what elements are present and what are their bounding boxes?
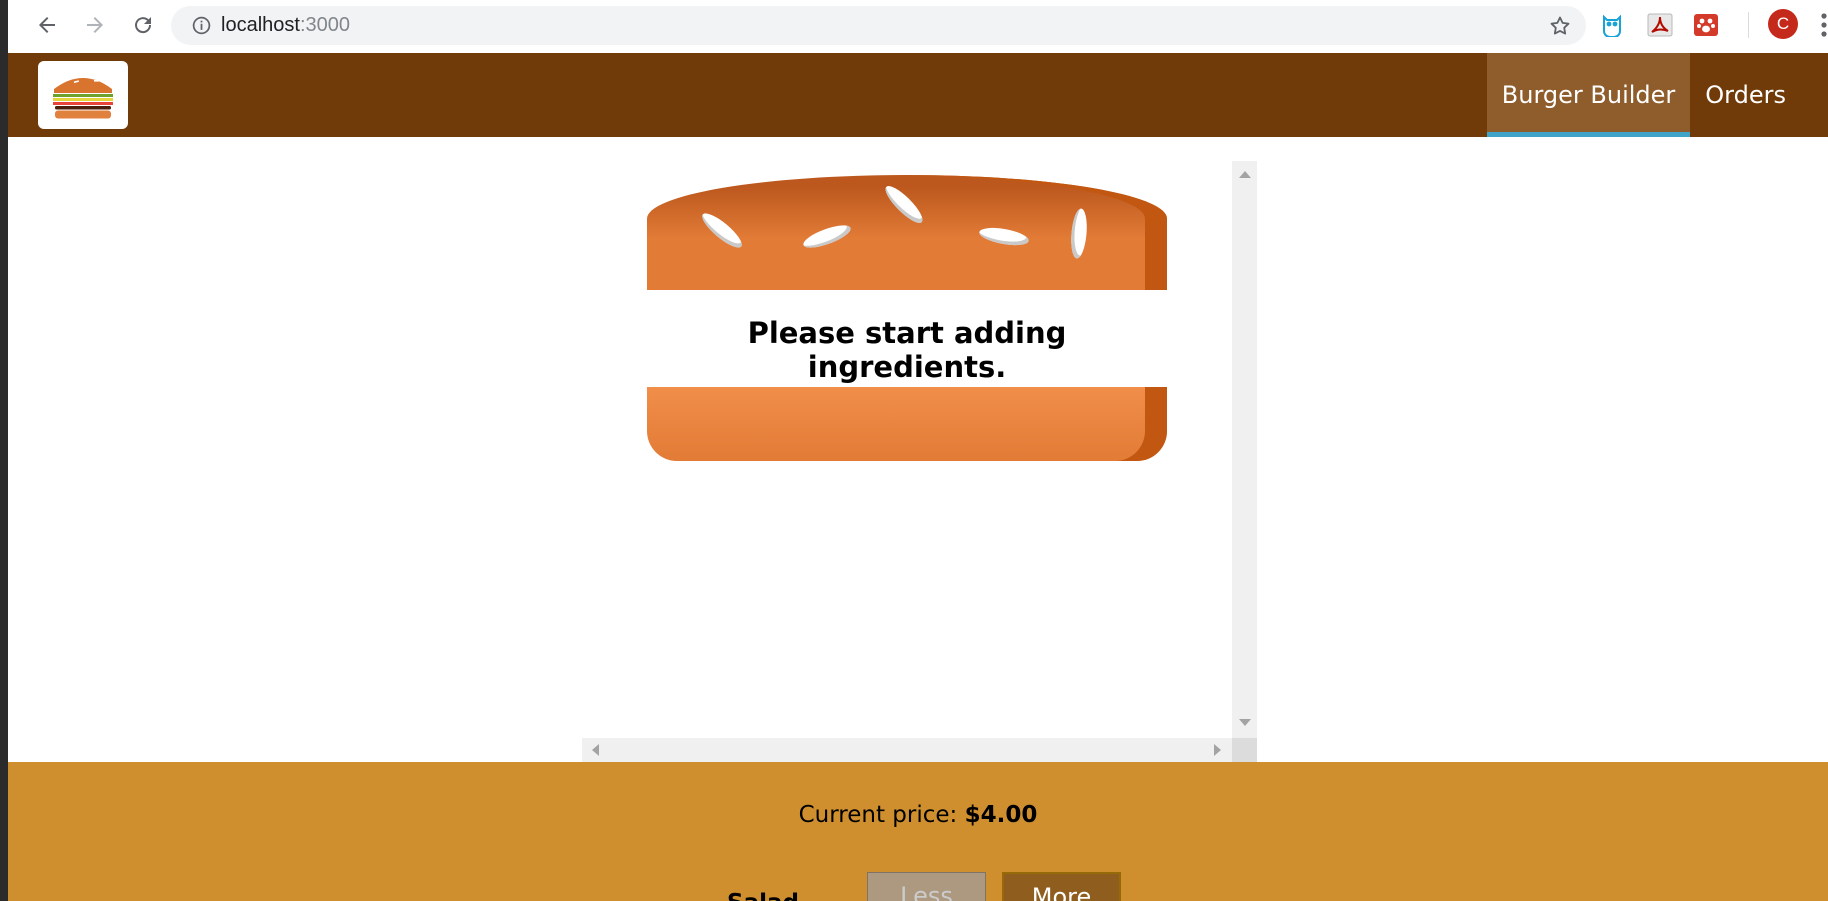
price-value: $4.00 [964, 802, 1038, 828]
scroll-left-arrow[interactable] [592, 744, 599, 756]
app-toolbar: Burger Builder Orders [8, 53, 1828, 137]
url-text[interactable]: localhost:3000 [221, 6, 350, 45]
bread-top [647, 175, 1167, 290]
scroll-right-arrow[interactable] [1214, 744, 1221, 756]
build-controls: Current price: $4.00 Salad Less More [8, 762, 1828, 901]
paw-extension-icon[interactable] [1692, 11, 1720, 39]
window-edge [0, 0, 8, 901]
burger-preview[interactable]: Please start adding ingredients. [582, 161, 1257, 762]
toolbar-divider [1748, 12, 1749, 38]
pdf-extension-icon[interactable] [1646, 11, 1674, 39]
vertical-scrollbar[interactable] [1232, 161, 1257, 738]
seed [978, 224, 1030, 249]
horizontal-scrollbar[interactable] [582, 738, 1232, 762]
build-control-salad: Salad Less More [8, 872, 1828, 901]
owl-extension-icon[interactable] [1598, 11, 1626, 39]
bookmark-star-icon[interactable] [1548, 14, 1572, 38]
burger-logo[interactable] [38, 61, 128, 129]
menu-kebab-icon[interactable] [1820, 12, 1828, 38]
nav-burger-builder[interactable]: Burger Builder [1486, 53, 1691, 137]
seed [698, 208, 746, 253]
current-price: Current price: $4.00 [798, 802, 1038, 828]
scroll-down-arrow[interactable] [1239, 719, 1251, 726]
nav-orders[interactable]: Orders [1690, 53, 1828, 137]
reload-button[interactable] [126, 8, 160, 42]
bread-bottom [647, 387, 1167, 461]
scroll-up-arrow[interactable] [1239, 171, 1251, 178]
back-arrow-icon [39, 17, 55, 33]
ingredient-label: Salad [708, 890, 818, 901]
info-icon[interactable] [191, 15, 212, 36]
burger-logo-icon [53, 74, 113, 119]
profile-avatar[interactable]: C [1768, 9, 1798, 39]
seed [800, 220, 854, 253]
less-salad-button[interactable]: Less [867, 872, 986, 901]
forward-arrow-icon [87, 17, 103, 33]
empty-burger-message: Please start adding ingredients. [747, 316, 1067, 384]
more-salad-button[interactable]: More [1002, 872, 1121, 901]
browser-toolbar: localhost:3000 C [8, 0, 1828, 53]
nav-items: Burger Builder Orders [1486, 53, 1828, 137]
reload-icon [135, 17, 152, 34]
forward-button[interactable] [78, 8, 112, 42]
seed [1069, 207, 1089, 260]
back-button[interactable] [30, 8, 64, 42]
scroll-corner [1232, 738, 1257, 762]
address-bar[interactable]: localhost:3000 [171, 6, 1586, 45]
seed [881, 181, 927, 228]
